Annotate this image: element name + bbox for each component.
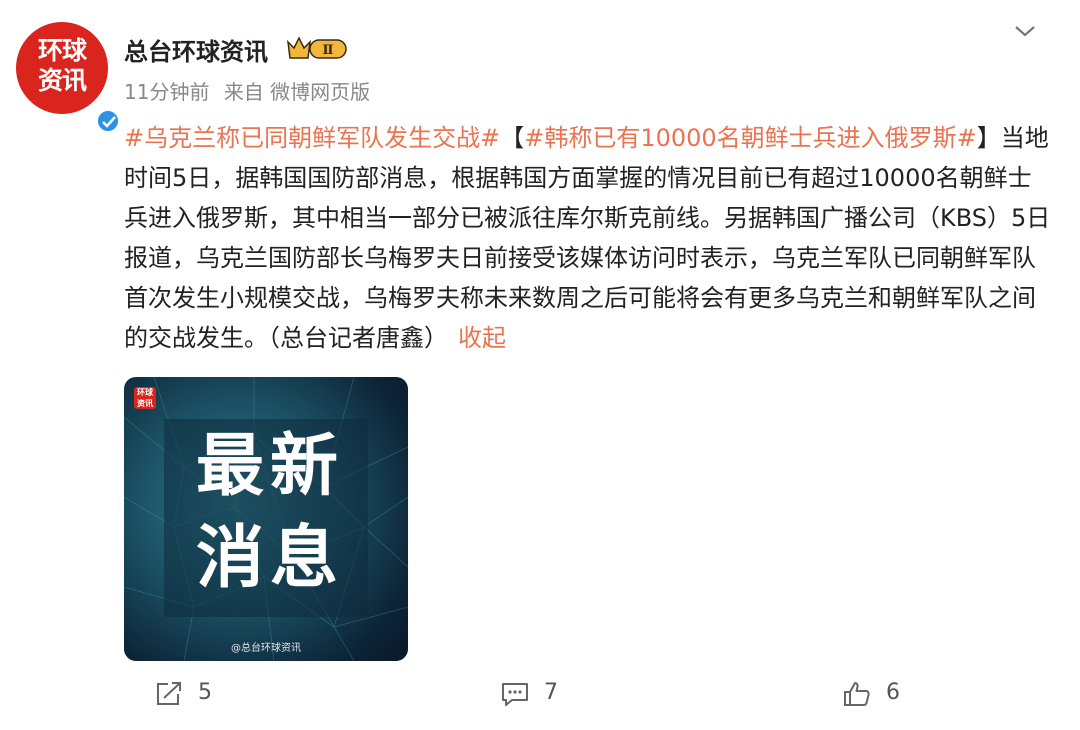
bracket-open: 【 [500, 124, 525, 152]
bracket-close: 】 [976, 124, 1001, 152]
crown-badge-icon[interactable]: Ⅱ [286, 34, 348, 62]
author-name[interactable]: 总台环球资讯 [124, 32, 268, 67]
avatar-logo-text: 环球资讯 [37, 36, 87, 95]
post-source: 来自 微博网页版 [223, 80, 371, 104]
comment-count: 7 [544, 680, 558, 705]
post-content: #乌克兰称已同朝鲜军队发生交战#【#韩称已有10000名朝鲜士兵进入俄罗斯#】当… [124, 118, 1054, 358]
post-body: 当地时间5日，据韩国国防部消息，根据韩国方面掌握的情况目前已有超过10000名朝… [124, 124, 1051, 352]
like-count: 6 [886, 680, 900, 705]
topic-tag-korea[interactable]: #韩称已有10000名朝鲜士兵进入俄罗斯# [524, 124, 977, 152]
avatar[interactable]: 环球资讯 [16, 22, 121, 134]
comment-icon [502, 683, 528, 706]
verified-icon [95, 108, 121, 134]
fold-link[interactable]: 收起 [458, 324, 506, 352]
badge-level: Ⅱ [323, 43, 334, 58]
post-time[interactable]: 11分钟前 [124, 80, 209, 104]
like-icon [844, 682, 870, 706]
image-watermark: @总台环球资讯 [231, 643, 301, 654]
repost-icon [157, 682, 181, 705]
repost-count: 5 [198, 680, 212, 705]
image-logo: 环球资讯 [134, 387, 156, 409]
post-image[interactable]: 环球资讯 最新消息 @总台环球资讯 [124, 377, 408, 661]
post-meta: 11分钟前 来自 微博网页版 [124, 76, 378, 105]
topic-tag-ukraine[interactable]: #乌克兰称已同朝鲜军队发生交战# [124, 124, 500, 152]
image-title: 最新消息 [195, 427, 344, 598]
chevron-down-icon[interactable] [1010, 20, 1040, 42]
